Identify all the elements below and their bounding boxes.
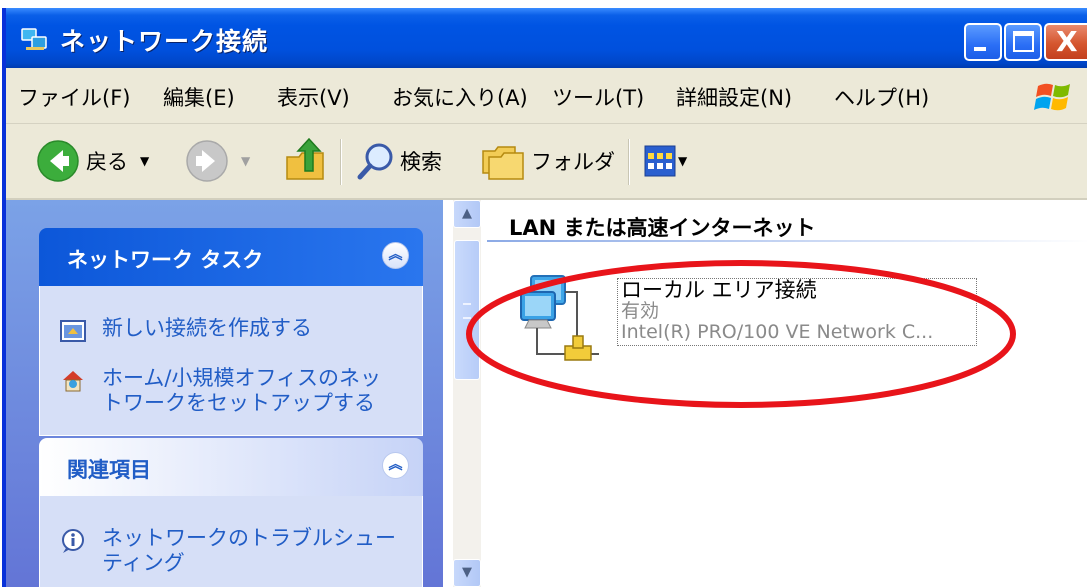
connection-device: Intel(R) PRO/100 VE Network C... <box>621 321 934 343</box>
scroll-down-icon[interactable]: ▼ <box>453 559 481 587</box>
connection-status: 有効 <box>621 300 660 322</box>
menu-tools[interactable]: ツール(T) <box>552 82 644 112</box>
toolbar-separator <box>628 139 630 185</box>
up-folder-button[interactable] <box>283 137 327 185</box>
up-folder-icon <box>286 137 324 180</box>
collapse-chevron-icon[interactable]: ︽ <box>382 242 409 269</box>
network-connections-icon <box>21 28 47 50</box>
toolbar: 戻る ▼ ▼ 検索 フォルダ ▼ <box>6 125 1087 200</box>
group-divider <box>487 240 1087 242</box>
menu-favorites[interactable]: お気に入り(A) <box>392 82 528 112</box>
title-bar[interactable]: ネットワーク接続 X <box>6 8 1087 68</box>
views-button[interactable]: ▼ <box>644 145 687 177</box>
search-label: 検索 <box>400 150 442 174</box>
minimize-icon <box>974 47 986 51</box>
task-network-troubleshooting-label: ネットワークのトラブルシュー ティング <box>102 526 396 575</box>
forward-dropdown-icon[interactable]: ▼ <box>241 154 250 168</box>
related-topics-body: ネットワークのトラブルシュー ティング <box>39 496 423 587</box>
task-home-network-setup[interactable]: ホーム/小規模オフィスのネッ トワークをセットアップする <box>60 366 381 416</box>
lan-connection-icon <box>520 275 599 361</box>
menu-file[interactable]: ファイル(F) <box>18 82 130 112</box>
task-network-troubleshooting[interactable]: ネットワークのトラブルシュー ティング <box>60 526 396 576</box>
maximize-icon <box>1013 31 1034 52</box>
task-create-connection-label: 新しい接続を作成する <box>102 316 312 340</box>
network-tasks-panel: ネットワーク タスク ︽ 新しい接続を作成する ホーム/小規模オフィスのネッ ト… <box>39 228 423 436</box>
back-button[interactable]: 戻る ▼ <box>36 139 149 183</box>
network-tasks-header[interactable]: ネットワーク タスク ︽ <box>39 228 423 286</box>
forward-arrow-icon <box>186 140 228 182</box>
menu-bar: ファイル(F) 編集(E) 表示(V) お気に入り(A) ツール(T) 詳細設定… <box>6 68 1087 124</box>
search-button[interactable]: 検索 <box>356 141 442 181</box>
task-home-network-setup-label: ホーム/小規模オフィスのネッ トワークをセットアップする <box>102 366 382 415</box>
menu-help[interactable]: ヘルプ(H) <box>834 82 929 112</box>
collapse-chevron-icon[interactable]: ︽ <box>382 452 409 479</box>
group-header: LAN または高速インターネット <box>509 216 816 240</box>
network-connections-window: ネットワーク接続 X ファイル(F) 編集(E) 表示(V) お気に入り(A) … <box>2 8 1087 587</box>
local-area-connection-item[interactable]: ローカル エリア接続 有効 Intel(R) PRO/100 VE Networ… <box>519 272 979 372</box>
connection-labels: ローカル エリア接続 有効 Intel(R) PRO/100 VE Networ… <box>617 278 977 346</box>
home-network-icon <box>63 371 83 392</box>
connections-list-view: ▲ ▼ LAN または高速インターネット ローカル エリア接続 有効 Intel… <box>443 200 1087 587</box>
window-title: ネットワーク接続 <box>60 27 269 56</box>
scroll-up-icon[interactable]: ▲ <box>453 200 481 228</box>
connection-name: ローカル エリア接続 <box>621 278 817 302</box>
windows-logo-icon <box>1034 83 1070 111</box>
network-tasks-body: 新しい接続を作成する ホーム/小規模オフィスのネッ トワークをセットアップする <box>39 286 423 436</box>
back-label: 戻る <box>86 150 128 174</box>
back-dropdown-icon[interactable]: ▼ <box>140 154 149 168</box>
related-topics-header[interactable]: 関連項目 ︽ <box>39 438 423 496</box>
folders-label: フォルダ <box>531 150 615 174</box>
minimize-button[interactable] <box>964 23 1002 61</box>
task-pane: ネットワーク タスク ︽ 新しい接続を作成する ホーム/小規模オフィスのネッ ト… <box>6 200 443 587</box>
new-connection-icon <box>60 320 86 342</box>
search-icon <box>357 143 393 180</box>
toolbar-separator <box>340 139 342 185</box>
info-icon <box>62 529 84 553</box>
folders-icon <box>482 146 524 180</box>
scroll-thumb[interactable] <box>454 240 480 380</box>
menu-advanced[interactable]: 詳細設定(N) <box>676 82 792 112</box>
vertical-scrollbar[interactable]: ▲ ▼ <box>453 200 481 587</box>
folders-button[interactable]: フォルダ <box>481 141 615 181</box>
menu-view[interactable]: 表示(V) <box>277 82 350 112</box>
views-icon <box>644 145 676 177</box>
related-topics-panel: 関連項目 ︽ ネットワークのトラブルシュー ティング <box>39 438 423 587</box>
views-dropdown-icon[interactable]: ▼ <box>678 154 687 168</box>
network-tasks-title: ネットワーク タスク <box>67 248 264 272</box>
menu-edit[interactable]: 編集(E) <box>163 82 235 112</box>
forward-button[interactable]: ▼ <box>185 139 250 183</box>
task-create-connection[interactable]: 新しい接続を作成する <box>60 316 312 344</box>
related-topics-title: 関連項目 <box>67 458 151 482</box>
close-button[interactable]: X <box>1044 23 1087 61</box>
maximize-button[interactable] <box>1004 23 1042 61</box>
close-icon: X <box>1056 25 1078 58</box>
back-arrow-icon <box>37 140 79 182</box>
